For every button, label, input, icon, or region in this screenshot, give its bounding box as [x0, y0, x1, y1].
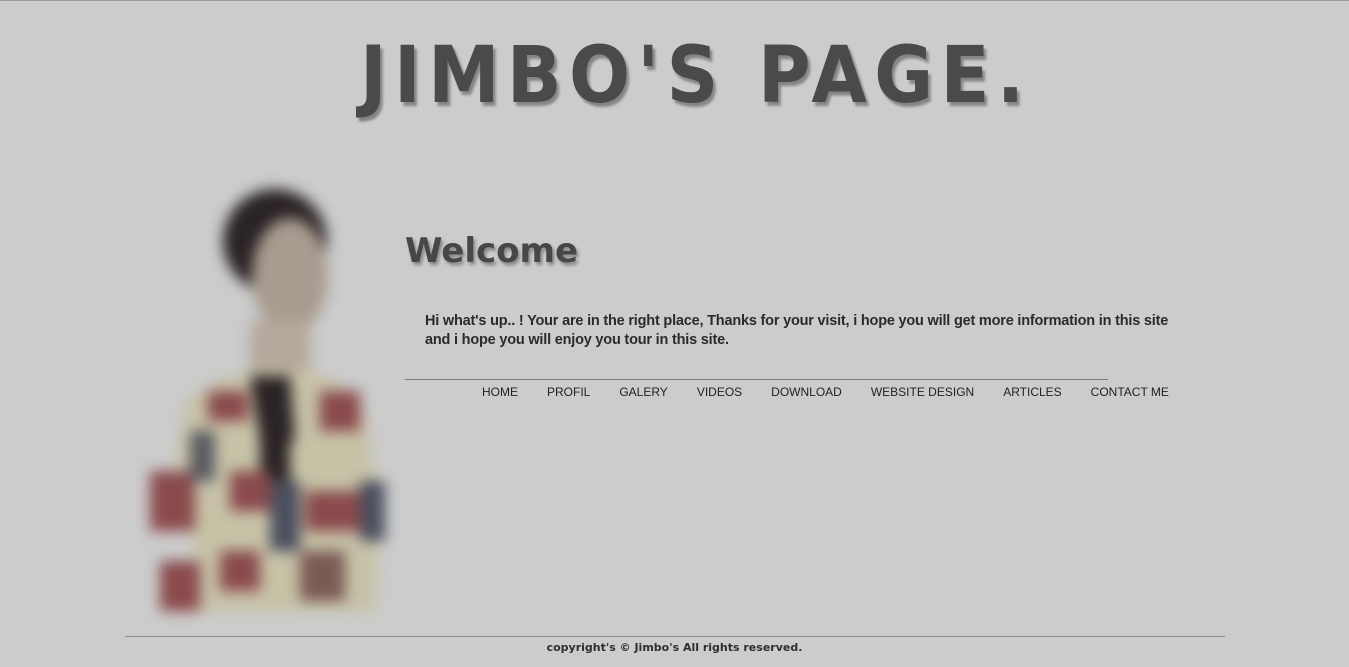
nav-website-design[interactable]: WEBSITE DESIGN — [871, 384, 974, 400]
footer-divider — [125, 636, 1225, 637]
footer-copyright: copyright's © Jimbo's All rights reserve… — [546, 641, 803, 654]
nav-contact-me[interactable]: CONTACT ME — [1091, 384, 1169, 400]
nav-divider — [405, 379, 1108, 380]
nav-galery[interactable]: GALERY — [619, 384, 667, 400]
intro-text: Hi what's up.. ! Your are in the right p… — [425, 313, 1169, 348]
main-nav: HOME PROFIL GALERY VIDEOS DOWNLOAD WEBSI… — [482, 384, 1198, 400]
profile-photo — [150, 189, 385, 611]
welcome-heading: Welcome — [405, 231, 579, 271]
nav-videos[interactable]: VIDEOS — [697, 384, 742, 400]
site-title: JIMBO'S PAGE. — [360, 31, 1032, 121]
nav-profil[interactable]: PROFIL — [547, 384, 590, 400]
nav-articles[interactable]: ARTICLES — [1003, 384, 1061, 400]
nav-download[interactable]: DOWNLOAD — [771, 384, 842, 400]
nav-home[interactable]: HOME — [482, 384, 518, 400]
